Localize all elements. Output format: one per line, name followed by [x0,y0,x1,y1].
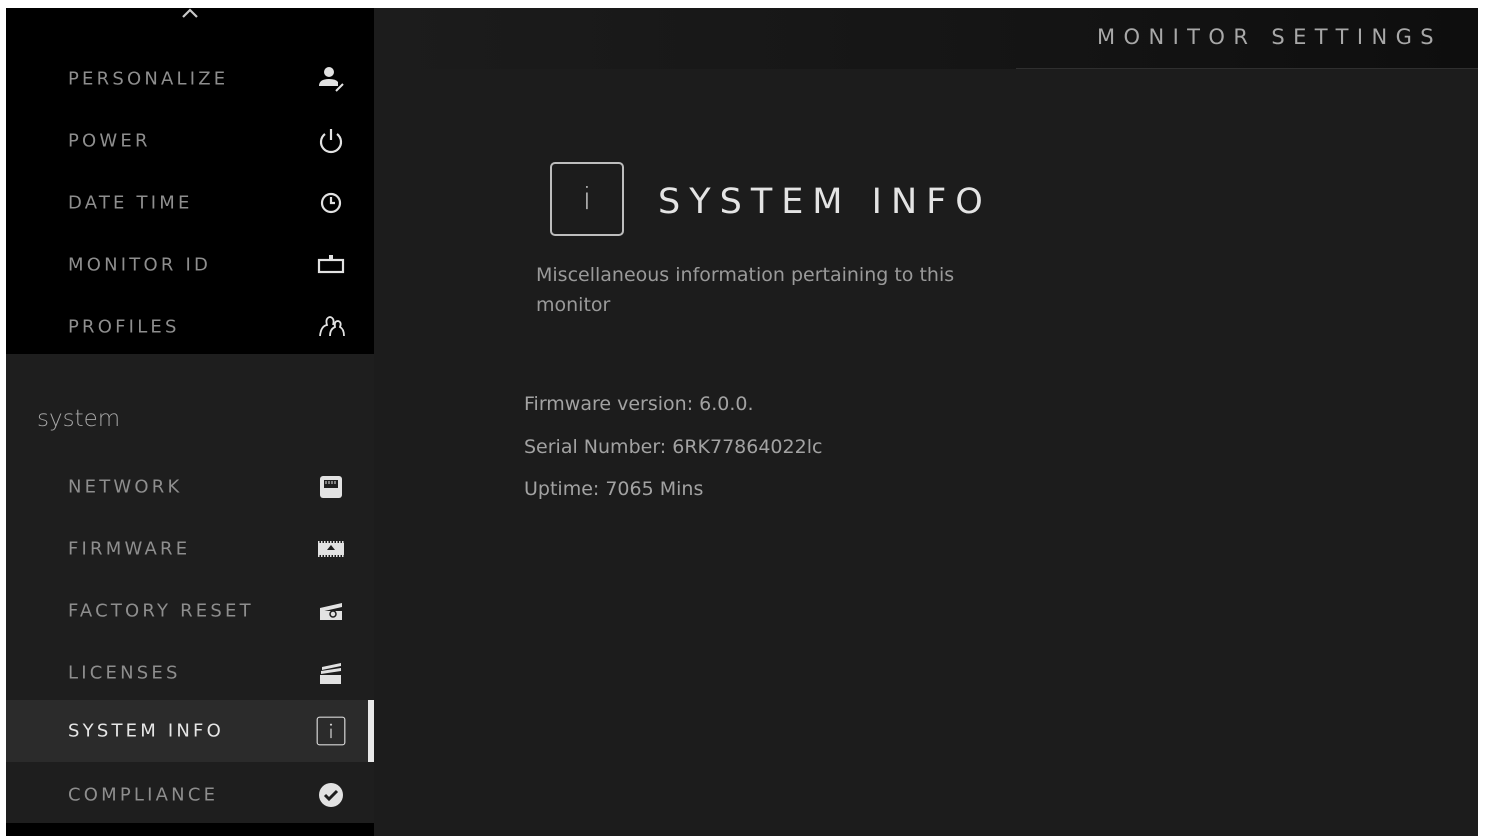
clock-icon [316,188,346,218]
license-cards-icon [316,658,346,688]
power-icon [316,126,346,156]
sidebar-item-network[interactable]: NETWORK [6,456,374,518]
sidebar-item-label: LICENSES [68,662,181,684]
sidebar-item-system-info[interactable]: SYSTEM INFO [6,700,374,762]
sidebar-item-profiles[interactable]: PROFILES [6,296,374,358]
chevron-up-icon[interactable] [178,8,202,20]
serial-number-text: Serial Number: 6RK77864022lc [524,436,823,458]
sidebar-item-licenses[interactable]: LICENSES [6,642,374,704]
checkmark-circle-icon [316,780,346,810]
id-tag-icon [316,250,346,280]
sidebar-item-label: MONITOR ID [68,254,212,276]
sidebar-item-label: COMPLIANCE [68,784,219,806]
reset-clapper-icon [316,596,346,626]
sidebar-item-label: PERSONALIZE [68,68,229,90]
sidebar-item-power[interactable]: POWER [6,110,374,172]
page-description: Miscellaneous information pertaining to … [536,264,955,316]
sidebar-item-firmware[interactable]: FIRMWARE [6,518,374,580]
sidebar-item-personalize[interactable]: PERSONALIZE [6,48,374,110]
sidebar-item-compliance[interactable]: COMPLIANCE [6,764,374,826]
section-heading-system: system [37,406,121,432]
chip-upload-icon [316,534,346,564]
sidebar-item-label: NETWORK [68,476,183,498]
ethernet-port-icon [316,472,346,502]
sidebar-item-label: SYSTEM INFO [68,720,224,742]
sidebar-item-monitor-id[interactable]: MONITOR ID [6,234,374,296]
sidebar-item-label: PROFILES [68,316,180,338]
active-indicator [368,700,374,762]
sidebar-item-date-time[interactable]: DATE TIME [6,172,374,234]
header-title: MONITOR SETTINGS [1097,25,1442,49]
app-window: MONITOR SETTINGS PERSONALIZE POWER DATE … [6,8,1478,836]
info-icon [316,716,346,746]
person-edit-icon [316,64,346,94]
sidebar-item-factory-reset[interactable]: FACTORY RESET [6,580,374,642]
page-title: SYSTEM INFO [658,182,992,222]
sidebar: PERSONALIZE POWER DATE TIME MONITOR ID P… [6,8,374,836]
uptime-text: Uptime: 7065 Mins [524,478,704,500]
firmware-version-text: Firmware version: 6.0.0. [524,393,754,415]
sidebar-item-label: FIRMWARE [68,538,191,560]
sidebar-item-label: DATE TIME [68,192,193,214]
sidebar-item-label: FACTORY RESET [68,600,254,622]
info-icon: i [550,162,624,236]
header-divider [1016,68,1478,69]
profiles-icon [316,312,346,342]
sidebar-item-label: POWER [68,130,151,152]
